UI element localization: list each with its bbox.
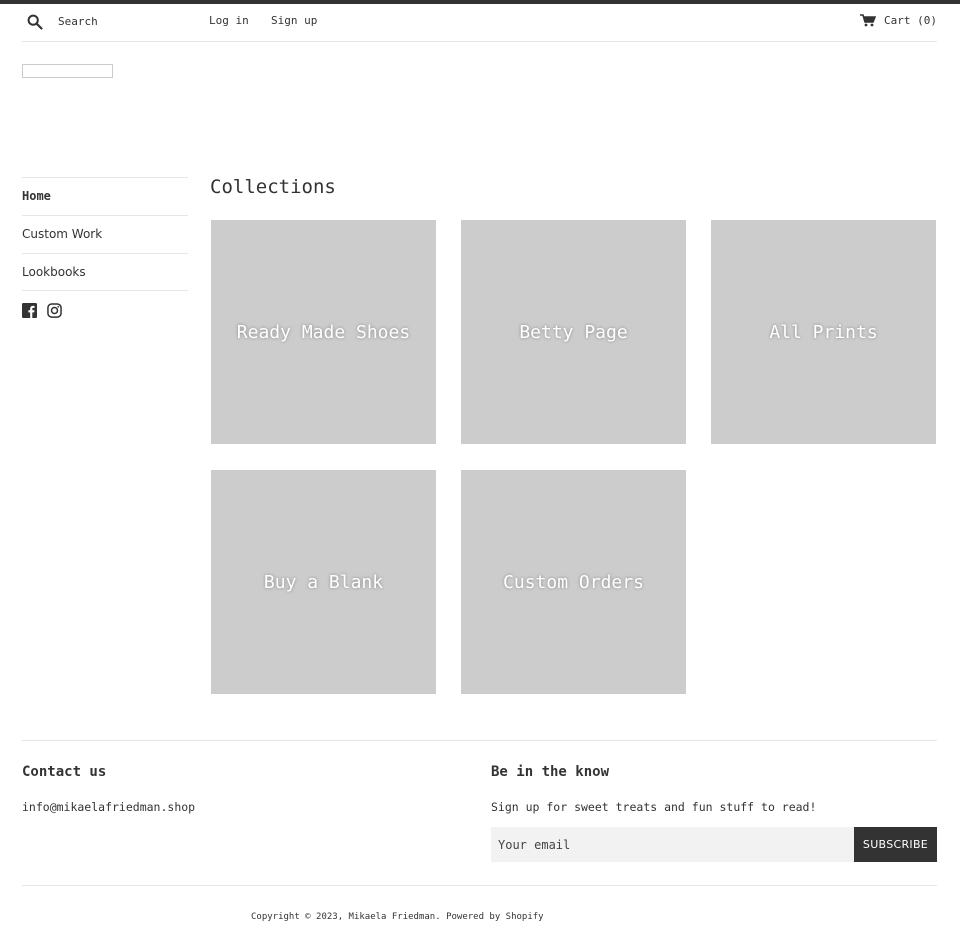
collection-tile-betty-page[interactable]: Betty Page xyxy=(461,220,686,444)
newsletter-heading: Be in the know xyxy=(491,764,610,780)
collection-tile-all-prints[interactable]: All Prints xyxy=(711,220,936,444)
social-links xyxy=(22,303,188,318)
copyright-text: Copyright © 2023, Mikaela Friedman. Powe… xyxy=(251,912,544,922)
site-logo[interactable] xyxy=(22,64,113,78)
collection-tile-ready-made-shoes[interactable]: Ready Made Shoes xyxy=(211,220,436,444)
contact-email-link[interactable]: info@mikaelafriedman.shop xyxy=(22,800,195,814)
sidebar-item-custom-work[interactable]: Custom Work xyxy=(22,215,188,253)
instagram-icon[interactable] xyxy=(47,303,62,318)
search-input[interactable] xyxy=(58,11,208,31)
sidebar-nav: Home Custom Work Lookbooks xyxy=(22,177,188,318)
collection-label: Betty Page xyxy=(519,321,628,343)
collection-label: Buy a Blank xyxy=(263,571,384,593)
subscribe-button[interactable]: SUBSCRIBE xyxy=(854,827,937,862)
sidebar-item-home[interactable]: Home xyxy=(22,177,188,215)
search-icon[interactable] xyxy=(27,14,43,30)
email-field[interactable] xyxy=(491,827,854,862)
cart-icon xyxy=(860,14,877,27)
collection-label: Custom Orders xyxy=(503,571,644,593)
newsletter-text: Sign up for sweet treats and fun stuff t… xyxy=(491,800,817,814)
footer-divider-bottom xyxy=(22,885,937,886)
collection-tile-custom-orders[interactable]: Custom Orders xyxy=(461,470,686,694)
page-title: Collections xyxy=(210,176,336,198)
cart-label: Cart (0) xyxy=(884,14,937,27)
login-link[interactable]: Log in xyxy=(209,14,249,27)
cart-link[interactable]: Cart (0) xyxy=(860,14,937,27)
signup-link[interactable]: Sign up xyxy=(271,14,317,27)
footer-divider xyxy=(22,740,937,741)
collection-label: Ready Made Shoes xyxy=(236,321,411,343)
contact-heading: Contact us xyxy=(22,764,107,780)
sidebar-item-lookbooks[interactable]: Lookbooks xyxy=(22,253,188,291)
site-header: Log in Sign up Cart (0) xyxy=(22,4,937,42)
collection-label: All Prints xyxy=(769,321,878,343)
facebook-icon[interactable] xyxy=(22,303,37,318)
collection-tile-buy-a-blank[interactable]: Buy a Blank xyxy=(211,470,436,694)
